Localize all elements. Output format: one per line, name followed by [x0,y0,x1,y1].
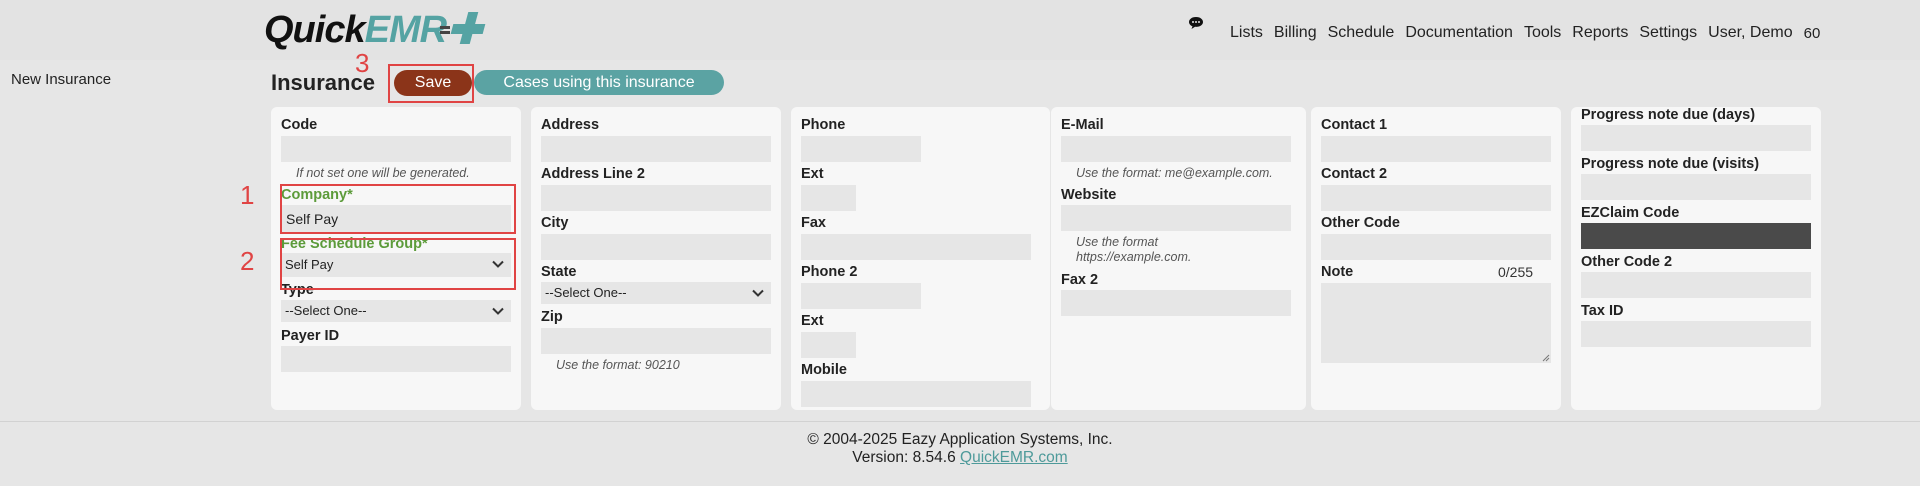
footer-version: Version: 8.54.6 [852,449,956,466]
zip-hint: Use the format: 90210 [556,358,680,372]
chat-icon[interactable] [1188,16,1204,30]
tax-id-label: Tax ID [1581,303,1624,319]
phone-input[interactable] [801,136,921,162]
fax-label: Fax [801,215,826,231]
tax-id-input[interactable] [1581,321,1811,347]
session-timer: 60 [1803,25,1821,42]
other-code-input[interactable] [1321,234,1551,260]
code-hint: If not set one will be generated. [296,166,470,180]
mobile-label: Mobile [801,362,847,378]
ext2-label: Ext [801,313,824,329]
card-address: Address Address Line 2 City State --Sele… [531,107,781,410]
email-hint: Use the format: me@example.com. [1076,166,1273,180]
other-code2-label: Other Code 2 [1581,254,1673,270]
address-input[interactable] [541,136,771,162]
footer-copyright: © 2004-2025 Eazy Application Systems, In… [807,431,1113,448]
note-counter: 0/255 [1498,264,1534,280]
nav-lists[interactable]: Lists [1230,24,1263,42]
fax-input[interactable] [801,234,1031,260]
contact1-input[interactable] [1321,136,1551,162]
highlight-company [280,184,516,234]
card-email: E-Mail Use the format: me@example.com. W… [1051,107,1306,410]
fax2-label: Fax 2 [1061,272,1099,288]
main-nav: Lists Billing Schedule Documentation Too… [1230,24,1831,42]
address-line2-input[interactable] [541,185,771,211]
ext-input[interactable] [801,185,856,211]
card-codes: Progress note due (days) Progress note d… [1571,107,1821,410]
ext-label: Ext [801,166,824,182]
logo-plus-icon [440,12,486,46]
nav-settings[interactable]: Settings [1639,24,1697,42]
progress-visits-label: Progress note due (visits) [1581,156,1760,172]
logo-text-emr: EMR [364,9,447,51]
payer-id-input[interactable] [281,346,511,372]
card-contacts: Contact 1 Contact 2 Other Code Note 0/25… [1311,107,1561,410]
nav-reports[interactable]: Reports [1572,24,1628,42]
mobile-input[interactable] [801,381,1031,407]
contact1-label: Contact 1 [1321,117,1388,133]
state-select[interactable]: --Select One-- [541,282,771,304]
ext2-input[interactable] [801,332,856,358]
email-input[interactable] [1061,136,1291,162]
website-label: Website [1061,187,1117,203]
progress-days-input[interactable] [1581,125,1811,151]
code-label: Code [281,117,318,133]
type-value: --Select One-- [285,303,367,318]
chevron-down-icon [752,289,764,297]
email-label: E-Mail [1061,117,1104,133]
ezclaim-code-input[interactable] [1581,223,1811,249]
ezclaim-code-label: EZClaim Code [1581,205,1680,221]
address-line2-label: Address Line 2 [541,166,645,182]
annotation-3: 3 [355,48,370,78]
zip-input[interactable] [541,328,771,354]
contact2-label: Contact 2 [1321,166,1388,182]
resize-handle-icon[interactable] [1542,354,1550,362]
fax2-input[interactable] [1061,290,1291,316]
nav-schedule[interactable]: Schedule [1328,24,1395,42]
website-input[interactable] [1061,205,1291,231]
zip-label: Zip [541,309,563,325]
annotation-2: 2 [240,246,255,276]
highlight-fee-schedule [280,238,516,290]
quickemr-logo[interactable]: Quick EMR [264,6,486,52]
note-textarea[interactable] [1321,283,1551,363]
progress-days-label: Progress note due (days) [1581,107,1756,123]
city-input[interactable] [541,234,771,260]
card-phone: Phone Ext Fax Phone 2 Ext Mobile [791,107,1050,410]
top-header: Quick EMR Lists Billing Schedule Documen… [0,0,1920,60]
city-label: City [541,215,569,231]
code-input[interactable] [281,136,511,162]
nav-documentation[interactable]: Documentation [1405,24,1513,42]
highlight-save [388,64,474,103]
contact2-input[interactable] [1321,185,1551,211]
chevron-down-icon [492,307,504,315]
other-code2-input[interactable] [1581,272,1811,298]
annotation-1: 1 [240,180,255,210]
footer-divider [0,421,1920,422]
cases-using-insurance-button[interactable]: Cases using this insurance [474,70,724,95]
sidebar-item-new-insurance[interactable]: New Insurance [11,71,111,88]
other-code-label: Other Code [1321,215,1400,231]
progress-visits-input[interactable] [1581,174,1811,200]
phone2-input[interactable] [801,283,921,309]
nav-billing[interactable]: Billing [1274,24,1317,42]
footer-link[interactable]: QuickEMR.com [960,449,1068,466]
note-label: Note [1321,264,1354,280]
payer-id-label: Payer ID [281,328,340,344]
footer-version-line: Version: 8.54.6 QuickEMR.com [0,449,1920,467]
state-value: --Select One-- [545,285,627,300]
website-hint: Use the format https://example.com. [1076,235,1192,264]
phone2-label: Phone 2 [801,264,858,280]
logo-text-quick: Quick [264,9,366,51]
phone-label: Phone [801,117,846,133]
address-label: Address [541,117,600,133]
state-label: State [541,264,577,280]
nav-tools[interactable]: Tools [1524,24,1561,42]
nav-user[interactable]: User, Demo [1708,24,1792,42]
type-select[interactable]: --Select One-- [281,300,511,322]
